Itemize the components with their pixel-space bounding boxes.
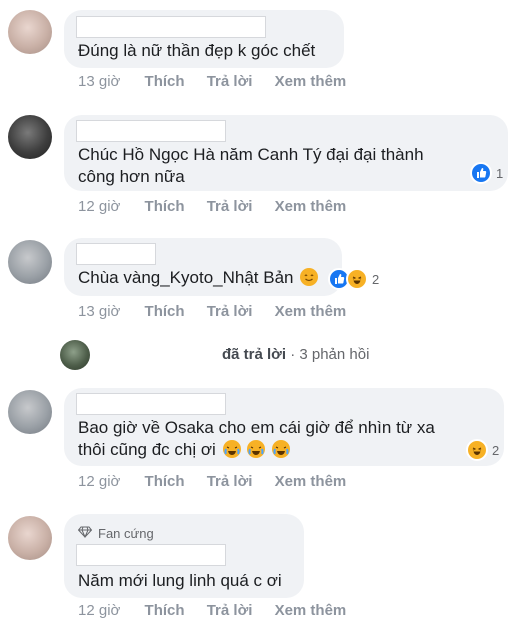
comment-text: Đúng là nữ thần đẹp k góc chết — [78, 41, 316, 60]
crying-laughing-emoji-icon — [247, 440, 266, 458]
author-name-redacted[interactable] — [76, 544, 226, 566]
see-more-button[interactable]: Xem thêm — [275, 303, 347, 320]
like-button[interactable]: Thích — [145, 198, 185, 215]
crying-laughing-emoji-icon — [222, 440, 241, 458]
avatar[interactable] — [8, 115, 52, 159]
reply-button[interactable]: Trả lời — [207, 602, 253, 619]
reply-button[interactable]: Trả lời — [207, 73, 253, 90]
comment-bubble: Đúng là nữ thần đẹp k góc chết — [64, 10, 344, 68]
reaction-count: 1 — [496, 165, 504, 181]
like-button[interactable]: Thích — [145, 602, 185, 619]
avatar[interactable] — [8, 516, 52, 560]
comment-time[interactable]: 12 giờ — [78, 473, 120, 490]
reaction-count: 2 — [372, 271, 380, 287]
like-button[interactable]: Thích — [145, 473, 185, 490]
comment-time[interactable]: 13 giờ — [78, 73, 120, 90]
haha-reaction-icon — [346, 268, 368, 290]
author-name-redacted[interactable] — [76, 120, 226, 142]
see-more-button[interactable]: Xem thêm — [275, 73, 347, 90]
reaction-summary[interactable]: 2 — [328, 268, 379, 290]
comment-time[interactable]: 12 giờ — [78, 602, 120, 619]
replied-label: đã trả lời — [222, 346, 287, 363]
crying-laughing-emoji-icon — [271, 440, 290, 458]
like-button[interactable]: Thích — [145, 303, 185, 320]
comment-actions: 12 giờ Thích Trả lời Xem thêm — [78, 602, 364, 619]
replies-count: 3 phản hồi — [299, 346, 370, 363]
smile-emoji-icon — [300, 268, 319, 286]
replies-summary[interactable]: đã trả lời · 3 phản hồi — [222, 346, 369, 363]
comment-text-line-2: công hơn nữa — [78, 167, 185, 186]
avatar[interactable] — [8, 10, 52, 54]
reaction-summary[interactable]: 2 — [466, 439, 499, 461]
comment-text-line-2: thôi cũng đc chị ơi — [78, 439, 290, 461]
like-reaction-icon — [470, 162, 492, 184]
like-button[interactable]: Thích — [145, 73, 185, 90]
comment-text-line-1: Bao giờ về Osaka cho em cái giờ để nhìn … — [78, 418, 435, 437]
see-more-button[interactable]: Xem thêm — [275, 602, 347, 619]
comment-actions: 13 giờ Thích Trả lời Xem thêm — [78, 303, 364, 320]
reply-button[interactable]: Trả lời — [207, 473, 253, 490]
reaction-count: 2 — [492, 442, 500, 458]
comment-bubble: Chùa vàng_Kyoto_Nhật Bản — [64, 238, 342, 296]
reply-button[interactable]: Trả lời — [207, 198, 253, 215]
author-name-redacted[interactable] — [76, 393, 226, 415]
avatar[interactable] — [8, 240, 52, 284]
comment-text: Năm mới lung linh quá c ơi — [78, 571, 282, 590]
badge-label: Fan cứng — [98, 526, 154, 541]
see-more-button[interactable]: Xem thêm — [275, 473, 347, 490]
top-fan-badge: Fan cứng — [77, 526, 154, 541]
author-name-redacted[interactable] — [76, 16, 266, 38]
haha-reaction-icon — [466, 439, 488, 461]
comment-time[interactable]: 13 giờ — [78, 303, 120, 320]
comment-time[interactable]: 12 giờ — [78, 198, 120, 215]
reaction-summary[interactable]: 1 — [470, 162, 503, 184]
comment-bubble: Bao giờ về Osaka cho em cái giờ để nhìn … — [64, 388, 504, 466]
view-replies-row[interactable]: đã trả lời · 3 phản hồi — [0, 340, 515, 370]
reply-avatar[interactable] — [60, 340, 90, 370]
comment-actions: 12 giờ Thích Trả lời Xem thêm — [78, 198, 364, 215]
comment-text-line-1: Chúc Hồ Ngọc Hà năm Canh Tý đại đại thàn… — [78, 145, 424, 164]
see-more-button[interactable]: Xem thêm — [275, 198, 347, 215]
comment-text: Chùa vàng_Kyoto_Nhật Bản — [78, 267, 319, 289]
author-name-redacted[interactable] — [76, 243, 156, 265]
comment-actions: 12 giờ Thích Trả lời Xem thêm — [78, 473, 364, 490]
diamond-icon — [77, 526, 93, 541]
separator: · — [290, 346, 296, 363]
comment-actions: 13 giờ Thích Trả lời Xem thêm — [78, 73, 364, 90]
comment-text-content: Chùa vàng_Kyoto_Nhật Bản — [78, 268, 294, 287]
reply-button[interactable]: Trả lời — [207, 303, 253, 320]
comment-text-content: thôi cũng đc chị ơi — [78, 440, 216, 459]
comment-bubble: Chúc Hồ Ngọc Hà năm Canh Tý đại đại thàn… — [64, 115, 508, 191]
avatar[interactable] — [8, 390, 52, 434]
